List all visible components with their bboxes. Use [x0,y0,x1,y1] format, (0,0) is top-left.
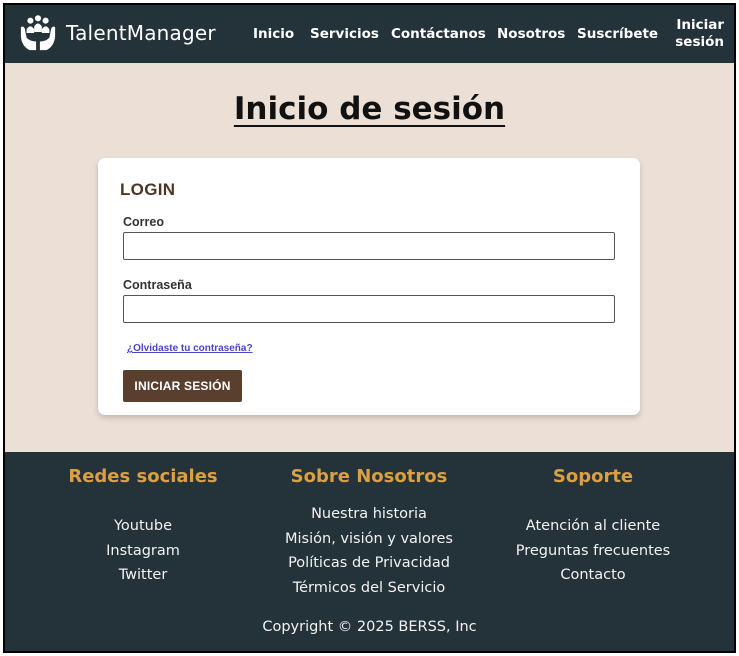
footer-link-faq[interactable]: Preguntas frecuentes [493,539,693,564]
footer-link-terminos[interactable]: Térmicos del Servicio [259,576,479,601]
nav-iniciar-sesion-line1: Iniciar [676,17,724,33]
nav-iniciar-sesion-line2: sesión [675,34,724,50]
email-field[interactable] [123,232,615,260]
footer-link-twitter[interactable]: Twitter [48,563,238,588]
nav-iniciar-sesion[interactable]: Iniciar sesión [668,17,724,51]
top-navbar: TalentManager Inicio Servicios Contáctan… [5,5,734,63]
footer-link-youtube[interactable]: Youtube [48,514,238,539]
footer-link-privacidad[interactable]: Políticas de Privacidad [259,551,479,576]
footer-link-mision[interactable]: Misión, visión y valores [259,527,479,552]
footer-link-atencion[interactable]: Atención al cliente [493,514,693,539]
footer-social-links: Youtube Instagram Twitter [48,514,238,588]
brand[interactable]: TalentManager [19,13,216,53]
footer-about: Sobre Nosotros Nuestra historia Misión, … [259,452,479,612]
brand-name: TalentManager [66,21,216,45]
people-in-hands-icon [20,15,56,51]
footer-about-heading: Sobre Nosotros [290,466,448,487]
nav-contactanos[interactable]: Contáctanos [391,5,486,63]
copyright: Copyright © 2025 BERSS, Inc [262,619,477,635]
nav-nosotros[interactable]: Nosotros [497,5,565,63]
nav-inicio[interactable]: Inicio [253,5,294,63]
footer-about-links: Nuestra historia Misión, visión y valore… [259,502,479,600]
login-submit-button[interactable]: INICIAR SESIÓN [123,370,242,402]
password-label: Contraseña [123,278,192,292]
footer-link-instagram[interactable]: Instagram [48,539,238,564]
footer-support-links: Atención al cliente Preguntas frecuentes… [493,514,693,588]
page-frame: TalentManager Inicio Servicios Contáctan… [3,3,736,653]
email-label: Correo [123,215,164,229]
nav-servicios[interactable]: Servicios [310,5,379,63]
password-field[interactable] [123,295,615,323]
page-title: Inicio de sesión [233,91,506,127]
footer-link-contacto[interactable]: Contacto [493,563,693,588]
footer-support: Soporte Atención al cliente Preguntas fr… [493,452,693,612]
footer-support-heading: Soporte [552,466,634,487]
footer-link-historia[interactable]: Nuestra historia [259,502,479,527]
login-card-title: LOGIN [120,180,176,199]
footer: Redes sociales Youtube Instagram Twitter… [5,452,734,651]
footer-social-heading: Redes sociales [68,466,218,487]
footer-social: Redes sociales Youtube Instagram Twitter [48,452,238,612]
forgot-password-link[interactable]: ¿Olvidaste tu contraseña? [127,343,253,354]
login-card: LOGIN Correo Contraseña ¿Olvidaste tu co… [98,158,640,415]
nav-suscribete[interactable]: Suscríbete [577,5,658,63]
